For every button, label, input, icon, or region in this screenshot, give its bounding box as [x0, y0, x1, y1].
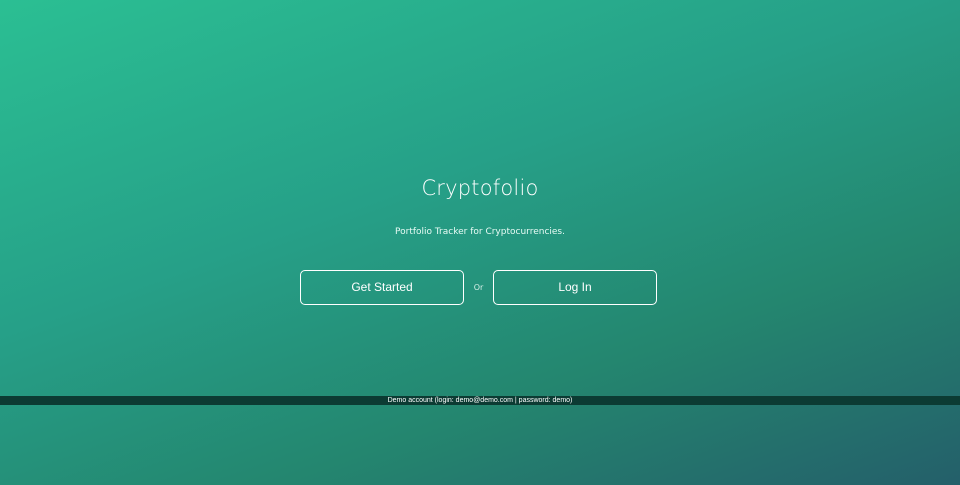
landing-hero: Cryptofolio Portfolio Tracker for Crypto… — [0, 0, 960, 395]
app-title: Cryptofolio — [421, 176, 539, 200]
get-started-button[interactable]: Get Started — [300, 270, 464, 305]
auth-actions: Get Started Or Log In — [300, 270, 657, 305]
demo-account-banner: Demo account (login: demo@demo.com | pas… — [0, 396, 960, 405]
log-in-button[interactable]: Log In — [493, 270, 657, 305]
or-separator: Or — [473, 283, 484, 292]
app-tagline: Portfolio Tracker for Cryptocurrencies. — [395, 227, 565, 237]
